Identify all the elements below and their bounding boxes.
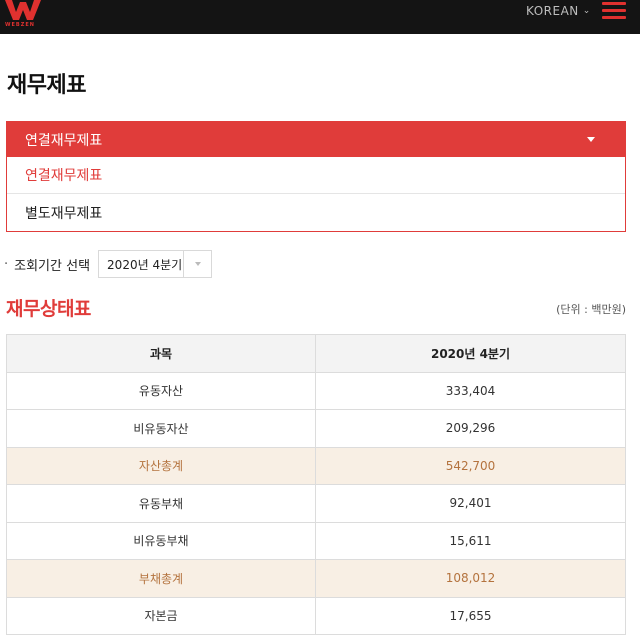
row-item: 유동자산 [6,371,316,410]
row-value: 15,611 [315,521,626,560]
row-value: 17,655 [315,596,626,635]
table-row: 유동자산 333,404 [6,371,626,410]
table-row: 비유동부채 15,611 [6,521,626,560]
page-title: 재무제표 [7,73,86,98]
row-value: 333,404 [315,371,626,410]
row-value: 92,401 [315,484,626,523]
caret-down-icon [587,137,595,142]
bullet-dot-icon: · [4,256,9,272]
row-value: 209,296 [315,409,626,448]
caret-down-icon [194,262,201,266]
brand-wordmark: WEBZEN [5,22,35,28]
row-item: 비유동자산 [6,409,316,448]
statement-type-dropdown[interactable]: 연결재무제표 연결재무제표 별도재무제표 [6,121,626,232]
period-label: 조회기간 선택 [14,258,91,274]
row-item: 자본금 [6,596,316,635]
balance-sheet-table: 과목 2020년 4분기 유동자산 333,404 비유동자산 209,296 자산총계… [6,334,626,635]
row-item: 부채총계 [6,559,316,598]
column-header-item: 과목 [6,334,316,373]
webzen-w-logo-icon [5,0,41,20]
dropdown-option-consolidated[interactable]: 연결재무제표 [7,157,625,194]
table-row: 자본금 17,655 [6,596,626,635]
period-select-button[interactable] [183,251,211,277]
period-select-value: 2020년 4분기 [107,257,183,272]
top-navigation-bar: WEBZEN KOREAN ⌄ [0,0,640,34]
table-row: 부채총계 108,012 [6,559,626,598]
table-row: 자산총계 542,700 [6,446,626,485]
dropdown-option-separate[interactable]: 별도재무제표 [7,194,625,231]
row-item: 비유동부채 [6,521,316,560]
dropdown-selected[interactable]: 연결재무제표 [7,122,625,157]
language-label: KOREAN [526,4,579,18]
unit-note: (단위 : 백만원) [556,303,626,316]
table-row: 유동부채 92,401 [6,484,626,523]
dropdown-selected-label: 연결재무제표 [25,132,103,149]
period-select[interactable]: 2020년 4분기 [98,250,213,278]
row-item: 자산총계 [6,446,316,485]
table-header-row: 과목 2020년 4분기 [6,334,626,373]
section-title: 재무상태표 [6,298,91,320]
row-value: 542,700 [315,446,626,485]
webzen-logo[interactable]: WEBZEN [5,0,41,31]
row-value: 108,012 [315,559,626,598]
table-row: 비유동자산 209,296 [6,409,626,448]
period-filter: · 조회기간 선택 2020년 4분기 [4,250,213,278]
language-selector[interactable]: KOREAN ⌄ [526,3,591,19]
column-header-period: 2020년 4분기 [315,334,626,373]
hamburger-menu-button[interactable] [602,2,626,20]
chevron-down-icon: ⌄ [582,6,591,16]
row-item: 유동부채 [6,484,316,523]
